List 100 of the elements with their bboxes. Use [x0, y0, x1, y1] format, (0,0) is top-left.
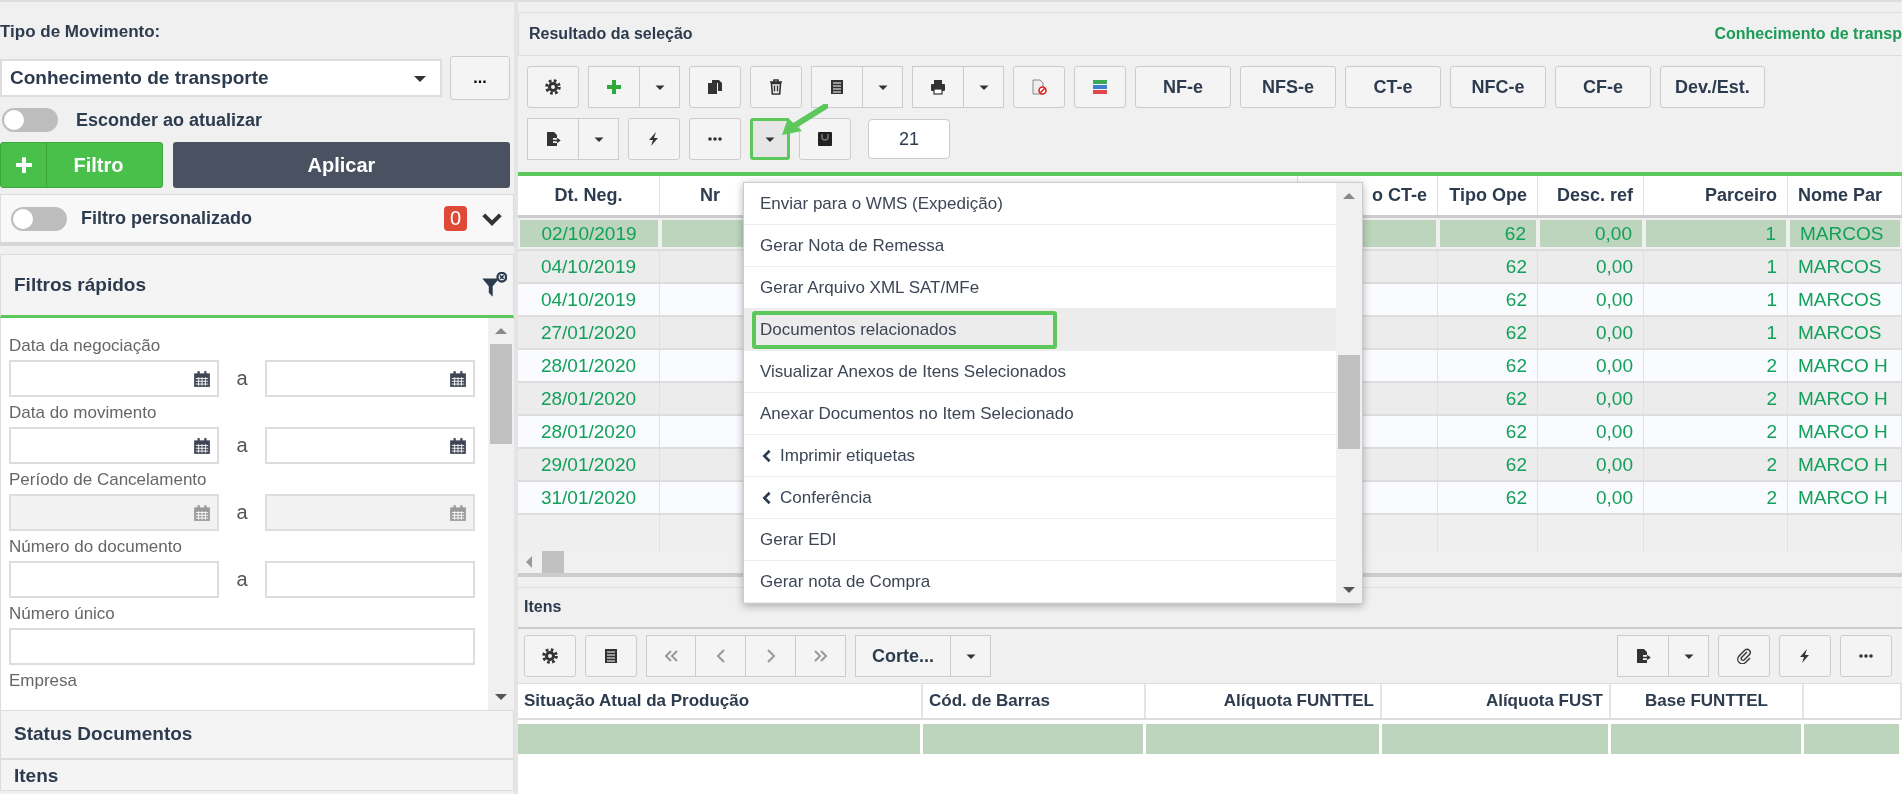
field-label: Número do documento	[9, 537, 183, 557]
double-chevron-left-icon	[663, 648, 679, 664]
settings-button[interactable]	[527, 66, 579, 108]
toolbar-button[interactable]: Dev./Est.	[1660, 66, 1765, 108]
menu-item[interactable]: Conferência	[744, 477, 1336, 519]
section-header[interactable]: Itens	[0, 759, 514, 791]
menu-item[interactable]: Gerar nota de Compra	[744, 561, 1336, 603]
table-cell: 62	[1438, 416, 1538, 447]
list-button[interactable]	[585, 635, 637, 677]
column-header[interactable]: Situação Atual da Produção	[518, 684, 923, 718]
export-button[interactable]	[527, 118, 579, 160]
list-button[interactable]	[811, 66, 863, 108]
table-cell: 2	[1644, 383, 1788, 414]
document-blocked-icon	[1031, 79, 1047, 95]
export-button[interactable]	[1617, 635, 1669, 677]
first-page-button[interactable]	[646, 635, 696, 677]
panel-title: Resultado da seleção	[529, 25, 693, 43]
table-cell: 29/01/2020	[518, 449, 660, 480]
context-label: Conhecimento de transp	[1714, 25, 1902, 43]
movement-type-select[interactable]: Conhecimento de transporte	[0, 59, 442, 97]
document-arrow-icon	[545, 131, 561, 147]
table-cell: 0,00	[1538, 350, 1644, 381]
menu-item[interactable]: Visualizar Anexos de Itens Selecionados	[744, 351, 1336, 393]
cancel-document-button[interactable]	[1013, 66, 1065, 108]
calendar-icon	[449, 503, 467, 522]
menu-item[interactable]: Gerar Nota de Remessa	[744, 225, 1336, 267]
toolbar-button[interactable]: NFC-e	[1450, 66, 1546, 108]
field-label: Empresa	[9, 671, 79, 691]
copy-button[interactable]	[689, 66, 741, 108]
table-cell: 31/01/2020	[518, 482, 660, 513]
table-cell: 1	[1644, 251, 1788, 282]
select-value: Conhecimento de transporte	[10, 67, 269, 89]
toolbar-button[interactable]: CT-e	[1345, 66, 1441, 108]
range-separator: a	[235, 501, 249, 524]
range-separator: a	[235, 434, 249, 457]
input-field[interactable]	[265, 561, 475, 598]
layers-button[interactable]	[1074, 66, 1126, 108]
paperclip-icon	[1736, 648, 1752, 664]
column-header[interactable]: Cód. de Barras	[923, 684, 1146, 718]
column-header[interactable]: Nome Par	[1788, 176, 1902, 215]
last-page-button[interactable]	[796, 635, 846, 677]
scrollbar[interactable]	[1336, 183, 1362, 603]
table-cell: 0,00	[1538, 284, 1644, 315]
column-header[interactable]: Tipo Ope	[1438, 176, 1538, 215]
settings-button[interactable]	[524, 635, 576, 677]
column-header[interactable]: Parceiro	[1644, 176, 1788, 215]
table-cell: 0,00	[1538, 251, 1644, 282]
menu-dropdown-button[interactable]	[750, 118, 790, 160]
date-field[interactable]	[9, 360, 219, 397]
toolbar-button[interactable]: CF-e	[1555, 66, 1651, 108]
table-cell: 28/01/2020	[518, 416, 660, 447]
more-button[interactable]: ...	[450, 56, 510, 100]
toggle-switch[interactable]	[2, 108, 58, 132]
toolbar-button[interactable]: NFS-e	[1240, 66, 1336, 108]
actions-button[interactable]	[628, 118, 680, 160]
print-button[interactable]	[912, 66, 964, 108]
actions-button[interactable]	[1779, 635, 1831, 677]
menu-item[interactable]: Gerar EDI	[744, 519, 1336, 561]
table-cell: 62	[1438, 383, 1538, 414]
column-header[interactable]: Desc. ref	[1538, 176, 1644, 215]
range-separator: a	[235, 367, 249, 390]
column-header[interactable]: Alíquota FUST	[1382, 684, 1611, 718]
calendar-icon	[449, 436, 467, 455]
dropdown-button[interactable]	[951, 635, 991, 677]
more-button[interactable]	[689, 118, 741, 160]
previous-button[interactable]	[696, 635, 746, 677]
table-cell: MARCO H	[1788, 350, 1902, 381]
bag-icon	[817, 131, 833, 147]
column-header[interactable]: Base FUNTTEL	[1611, 684, 1804, 718]
document-arrow-icon	[1635, 648, 1651, 664]
scrollbar[interactable]	[488, 318, 514, 710]
toolbar-button[interactable]: NF-e	[1135, 66, 1231, 108]
menu-item[interactable]: Imprimir etiquetas	[744, 435, 1336, 477]
table-cell: 62	[1438, 449, 1538, 480]
attach-button[interactable]	[1718, 635, 1770, 677]
delete-button[interactable]	[750, 66, 802, 108]
input-field[interactable]	[9, 561, 219, 598]
cut-button[interactable]: Corte...	[855, 635, 951, 677]
bag-button[interactable]	[799, 118, 851, 160]
menu-item[interactable]: Anexar Documentos no Item Selecionado	[744, 393, 1336, 435]
annotation-arrow	[780, 104, 828, 138]
toggle-switch[interactable]	[11, 206, 67, 231]
dropdown-button[interactable]	[640, 66, 680, 108]
date-field[interactable]	[9, 427, 219, 464]
more-button[interactable]	[1840, 635, 1892, 677]
column-header[interactable]: Alíquota FUNTTEL	[1146, 684, 1382, 718]
menu-item[interactable]: Enviar para o WMS (Expedição)	[744, 183, 1336, 225]
section-header[interactable]: Status Documentos	[0, 710, 514, 759]
clear-filters-button[interactable]	[481, 272, 507, 298]
date-field[interactable]	[265, 360, 475, 397]
apply-button[interactable]: Aplicar	[173, 142, 510, 188]
plus-icon	[14, 156, 33, 174]
add-button[interactable]	[588, 66, 640, 108]
next-button[interactable]	[746, 635, 796, 677]
date-field[interactable]	[265, 427, 475, 464]
input-field[interactable]	[9, 628, 475, 665]
menu-item[interactable]: Documentos relacionados	[744, 309, 1336, 351]
column-header[interactable]: Dt. Neg.	[518, 176, 660, 215]
double-chevron-right-icon	[812, 648, 829, 664]
copy-icon	[707, 79, 723, 95]
